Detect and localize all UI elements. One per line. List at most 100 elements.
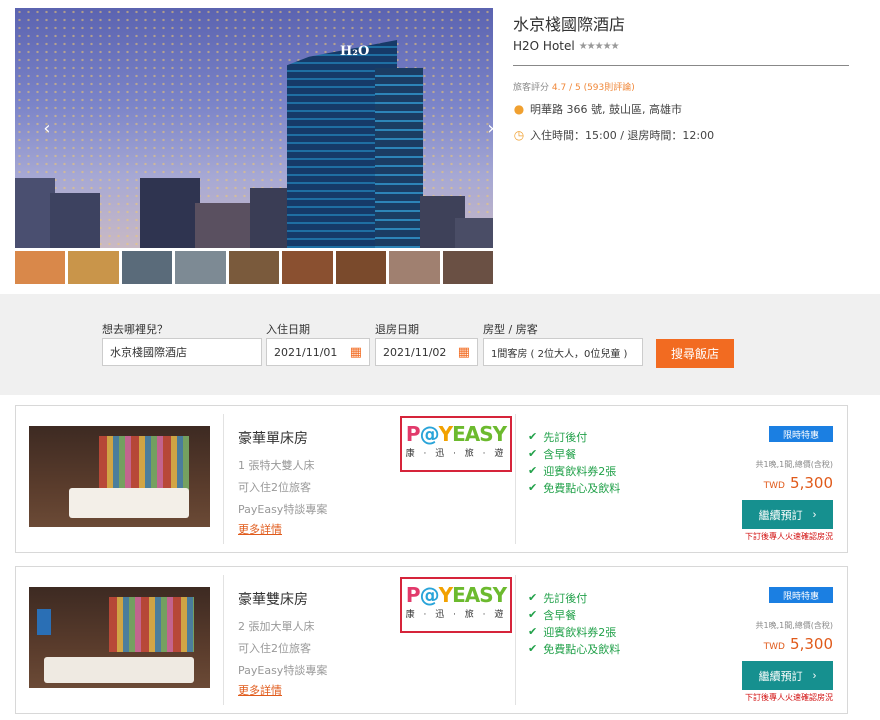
checkout-value: 2021/11/02 — [383, 345, 447, 359]
search-hotel-button[interactable]: 搜尋飯店 — [656, 339, 734, 368]
building — [15, 178, 55, 248]
rating-label: 旅客評分 — [513, 83, 550, 93]
hotel-photo[interactable]: H₂O ‹ › — [15, 8, 493, 248]
room-name: 豪華雙床房 — [238, 592, 308, 608]
hotel-name: 水京棧國際酒店 — [513, 15, 626, 34]
logo-letter: P — [405, 422, 421, 446]
room-tv — [37, 609, 51, 635]
hotel-address: 明華路 366 號, 鼓山區, 高雄市 — [530, 103, 682, 116]
payeasy-tagline: 康 · 迅 · 旅 · 遊 — [405, 610, 507, 620]
room-photo[interactable] — [29, 587, 210, 688]
limited-offer-badge: 限時特惠 — [769, 587, 833, 603]
thumbnail[interactable] — [121, 251, 173, 284]
checkin-row: ◷ 入住時間：15:00 / 退房時間：12:00 — [513, 127, 849, 143]
rooms-guests-select[interactable]: 1間客房 ( 2位大人，0位兒童 ) — [483, 338, 643, 366]
room-capacity: 可入住2位旅客 — [238, 481, 311, 494]
check-icon: ✔ — [528, 481, 538, 494]
perks-list: ✔ 先訂後付 ✔ 含早餐 ✔ 迎賓飲料券2張 ✔ 免費點心及飲料 — [528, 589, 620, 657]
perk-label: 迎賓飲料券2張 — [543, 625, 617, 639]
room-name: 豪華單床房 — [238, 431, 308, 447]
logo-letter: Y — [438, 583, 454, 607]
hotel-subtitle: H2O Hotel ★★★★★ — [513, 39, 849, 53]
prev-photo-icon[interactable]: ‹ — [37, 118, 57, 139]
perk-label: 免費點心及飲料 — [543, 481, 621, 495]
divider — [513, 65, 849, 66]
logo-letter: EASY — [452, 422, 507, 446]
logo-letter: P — [405, 583, 421, 607]
thumbnail[interactable] — [282, 251, 333, 284]
continue-booking-button[interactable]: 繼續預訂 › — [742, 500, 833, 529]
perk-item: ✔ 迎賓飲料券2張 — [528, 623, 620, 640]
perk-label: 先訂後付 — [543, 430, 588, 444]
perk-item: ✔ 先訂後付 — [528, 428, 620, 445]
thumbnail[interactable] — [15, 251, 66, 284]
booking-note: 下訂後專人火速確認房況 — [745, 693, 833, 702]
thumbnail[interactable] — [335, 251, 387, 284]
check-icon: ✔ — [528, 625, 538, 638]
room-bed-type: 2 張加大單人床 — [238, 620, 315, 633]
check-icon: ✔ — [528, 608, 538, 621]
perk-item: ✔ 先訂後付 — [528, 589, 620, 606]
destination-label: 想去哪裡兒？ — [102, 323, 168, 336]
button-label: 繼續預訂 — [758, 670, 803, 683]
building — [195, 203, 250, 248]
check-icon: ✔ — [528, 591, 538, 604]
guest-rating: 旅客評分 4.7 / 5 (593則評論) — [513, 80, 849, 93]
logo-letter: @ — [419, 583, 440, 607]
divider — [515, 414, 516, 544]
more-details-link[interactable]: 更多詳情 — [238, 521, 282, 537]
payeasy-tagline: 康 · 迅 · 旅 · 遊 — [405, 449, 507, 459]
room-price: TWD 5,300 — [764, 473, 833, 492]
thumbnail[interactable] — [228, 251, 280, 284]
payeasy-logo: P@YEASY 康 · 迅 · 旅 · 遊 — [400, 416, 512, 472]
destination-value: 水京棧國際酒店 — [110, 346, 187, 359]
perk-label: 含早餐 — [543, 447, 577, 461]
price-note: 共1晚,1間,總價(含稅) — [755, 621, 833, 630]
rating-count[interactable]: (593則評論) — [584, 83, 635, 93]
perk-label: 免費點心及飲料 — [543, 642, 621, 656]
perk-label: 含早餐 — [543, 608, 577, 622]
payeasy-wordmark: P@YEASY — [402, 583, 510, 607]
hotel-tower-side — [375, 68, 423, 248]
building — [140, 178, 200, 248]
rooms-label: 房型 / 房客 — [483, 323, 538, 336]
button-label: 繼續預訂 — [758, 509, 803, 522]
hotel-name-en: H2O Hotel — [513, 39, 575, 53]
divider — [223, 414, 224, 544]
checkout-date-input[interactable]: 2021/11/02 ▦ — [375, 338, 478, 366]
thumbnail[interactable] — [175, 251, 226, 284]
calendar-icon[interactable]: ▦ — [350, 345, 362, 360]
perk-item: ✔ 含早餐 — [528, 445, 620, 462]
room-capacity: 可入住2位旅客 — [238, 642, 311, 655]
check-icon: ✔ — [528, 464, 538, 477]
more-details-link[interactable]: 更多詳情 — [238, 682, 282, 698]
perks-list: ✔ 先訂後付 ✔ 含早餐 ✔ 迎賓飲料券2張 ✔ 免費點心及飲料 — [528, 428, 620, 496]
thumbnail[interactable] — [389, 251, 440, 284]
check-icon: ✔ — [528, 642, 538, 655]
rating-score: 4.7 / 5 — [551, 83, 581, 93]
logo-letter: Y — [438, 422, 454, 446]
payeasy-logo: P@YEASY 康 · 迅 · 旅 · 遊 — [400, 577, 512, 633]
checkin-date-input[interactable]: 2021/11/01 ▦ — [266, 338, 370, 366]
perk-item: ✔ 免費點心及飲料 — [528, 479, 620, 496]
room-photo[interactable] — [29, 426, 210, 527]
perk-label: 先訂後付 — [543, 591, 588, 605]
next-photo-icon[interactable]: › — [481, 118, 493, 139]
room-plan: PayEasy特談專案 — [238, 664, 328, 677]
checkin-times: 入住時間：15:00 / 退房時間：12:00 — [530, 129, 715, 142]
destination-input[interactable]: 水京棧國際酒店 — [102, 338, 262, 366]
room-beds — [44, 657, 194, 683]
calendar-icon[interactable]: ▦ — [458, 345, 470, 360]
rooms-value: 1間客房 ( 2位大人，0位兒童 ) — [491, 348, 628, 360]
location-pin-icon: ● — [513, 102, 525, 116]
photo-thumbnails — [15, 251, 493, 284]
room-card: 豪華單床房 1 張特大雙人床 可入住2位旅客 PayEasy特談專案 更多詳情 … — [15, 405, 848, 553]
thumbnail[interactable] — [68, 251, 119, 284]
chevron-right-icon: › — [812, 508, 817, 521]
logo-letter: EASY — [452, 583, 507, 607]
check-icon: ✔ — [528, 447, 538, 460]
hotel-info: 水京棧國際酒店 H2O Hotel ★★★★★ 旅客評分 4.7 / 5 (59… — [513, 8, 849, 143]
thumbnail[interactable] — [442, 251, 493, 284]
continue-booking-button[interactable]: 繼續預訂 › — [742, 661, 833, 690]
building — [455, 218, 493, 248]
